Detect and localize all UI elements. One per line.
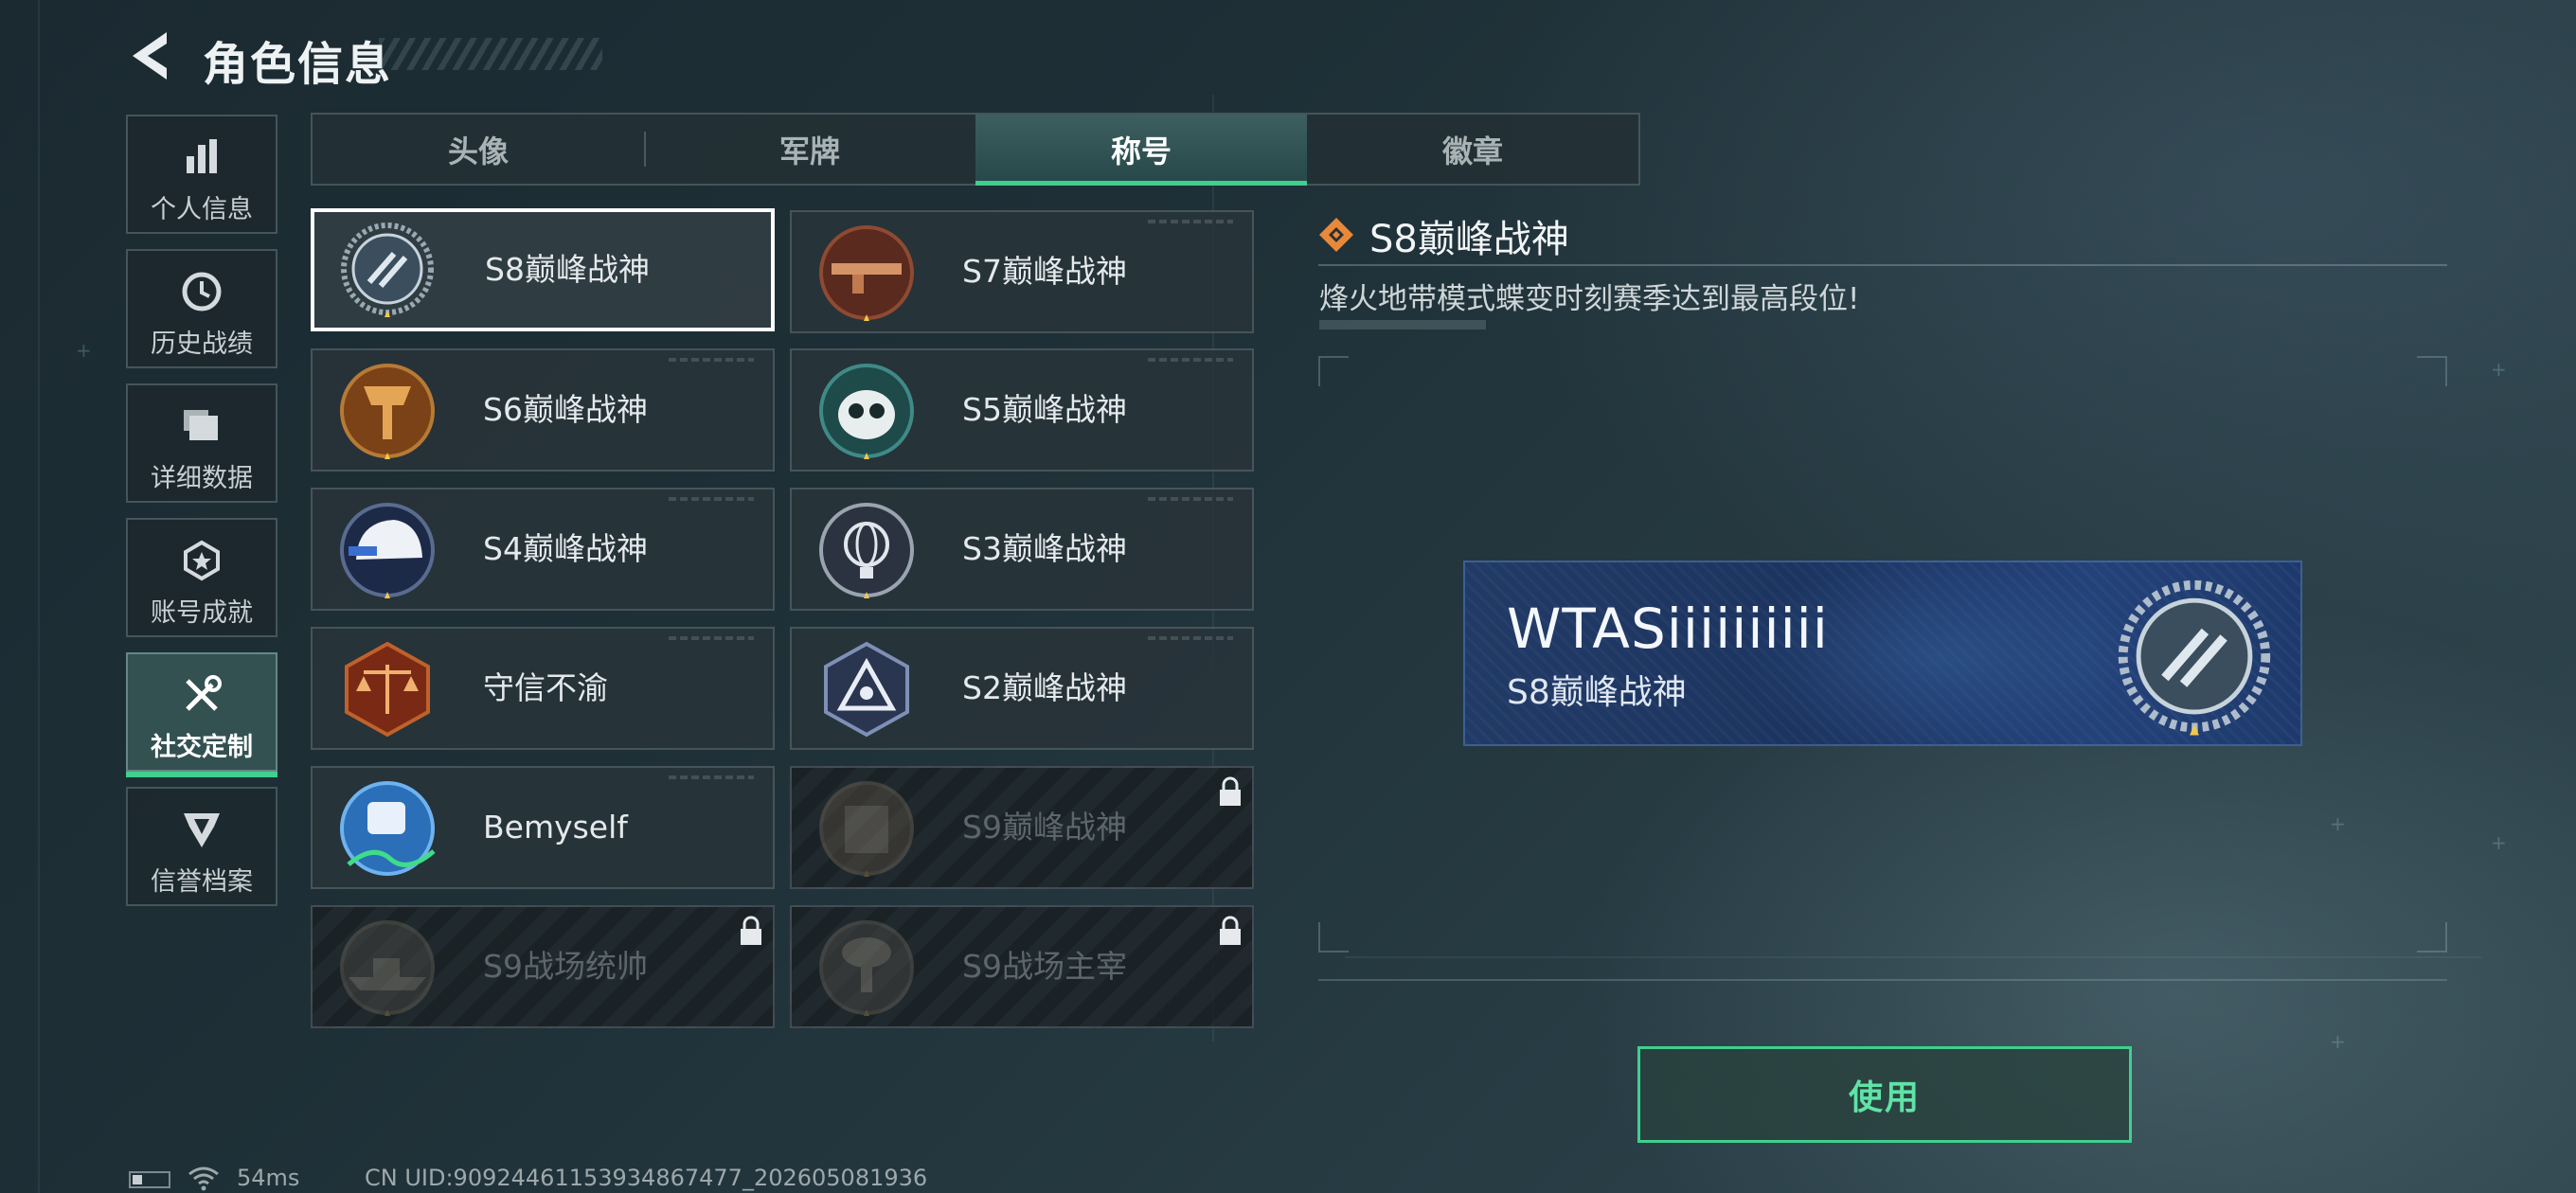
title-card-label: S3巅峰战神 — [962, 530, 1127, 567]
sidebar-item-label: 详细数据 — [151, 464, 253, 493]
title-card-label: Bemyself — [483, 809, 628, 846]
s4-helmet-badge-icon — [340, 503, 435, 598]
tab-dog-tag[interactable]: 军牌 — [644, 115, 975, 184]
user-uid: CN UID:9092446115393486​7477_20260508193… — [365, 1165, 928, 1191]
title-card[interactable]: 守信不渝 — [311, 627, 775, 750]
title-card[interactable]: S5巅峰战神 — [790, 348, 1254, 472]
frame-corner — [1318, 922, 1349, 953]
detail-sub-decoration — [1319, 320, 1486, 329]
title-card[interactable]: S3巅峰战神 — [790, 488, 1254, 611]
title-card-label: S7巅峰战神 — [962, 253, 1127, 290]
lock-icon — [1220, 916, 1241, 945]
background-cross-mark: + — [76, 339, 92, 362]
sidebar-item-label: 个人信息 — [151, 195, 253, 224]
card-corner-decoration — [1148, 220, 1233, 223]
sidebar-item-label: 历史战绩 — [151, 329, 253, 359]
s6-shield-badge-icon — [340, 364, 435, 459]
title-card-label: S2巅峰战神 — [962, 669, 1127, 706]
background-cross-mark: + — [2491, 358, 2507, 381]
battery-icon — [129, 1171, 170, 1188]
background-cross-mark: + — [2491, 831, 2507, 854]
title-card-label: 守信不渝 — [483, 669, 608, 706]
back-arrow-icon[interactable] — [125, 28, 174, 83]
title-card-label: S6巅峰战神 — [483, 391, 648, 428]
ping-readout: 54ms — [237, 1165, 300, 1191]
card-corner-decoration — [669, 636, 754, 640]
detail-title: S8巅峰战神 — [1369, 218, 1569, 261]
sidebar-item-achievements[interactable]: 账号成就 — [126, 518, 277, 637]
title-decoration — [379, 38, 602, 70]
card-corner-decoration — [669, 497, 754, 501]
s5-skull-mask-badge-icon — [819, 364, 914, 459]
title-card[interactable]: S7巅峰战神 — [790, 210, 1254, 333]
frame-corner — [2417, 922, 2447, 953]
s8-laurel-badge-icon — [2118, 579, 2271, 736]
title-card-locked[interactable]: S9战场主宰 — [790, 905, 1254, 1028]
card-corner-decoration — [1148, 636, 1233, 640]
sidebar-item-reputation[interactable]: 信誉档案 — [126, 787, 277, 906]
sidebar-item-label: 社交定制 — [151, 733, 253, 762]
title-card[interactable]: S4巅峰战神 — [311, 488, 775, 611]
title-card-label: S9战场统帅 — [483, 948, 648, 985]
diamond-marker-icon — [1319, 218, 1353, 252]
s9-mushroom-cloud-badge-icon — [819, 920, 914, 1016]
card-corner-decoration — [669, 358, 754, 362]
sidebar-item-label: 账号成就 — [151, 598, 253, 628]
use-button[interactable]: 使用 — [1637, 1046, 2132, 1143]
category-tabs: 头像 军牌 称号 徽章 — [311, 113, 1640, 186]
card-corner-decoration — [1148, 497, 1233, 501]
reputation-shield-icon — [128, 808, 276, 853]
background-deco-line — [1345, 956, 2481, 958]
frame-corner — [1318, 356, 1349, 386]
wrench-screwdriver-icon — [128, 673, 276, 719]
title-card-label: S8巅峰战神 — [485, 251, 650, 288]
title-card-label: S4巅峰战神 — [483, 530, 648, 567]
preview-player-name: WTASiiiiiiiiii — [1507, 596, 1829, 661]
s9-building-badge-icon — [819, 781, 914, 877]
scales-badge-icon — [345, 641, 430, 738]
sidebar-item-detailed-data[interactable]: 详细数据 — [126, 383, 277, 503]
achievement-medal-icon — [128, 539, 276, 584]
detail-divider — [1318, 264, 2447, 266]
title-card-locked[interactable]: S9战场统帅 — [311, 905, 775, 1028]
tab-title[interactable]: 称号 — [975, 115, 1307, 186]
stacked-cards-icon — [128, 404, 276, 450]
lock-icon — [741, 916, 761, 945]
background-cross-mark: + — [2330, 1030, 2346, 1053]
title-card[interactable]: S6巅峰战神 — [311, 348, 775, 472]
s3-globe-badge-icon — [819, 503, 914, 598]
signature-badge-icon — [340, 781, 436, 876]
page-title: 角色信息 — [203, 38, 393, 91]
nameplate-preview: WTASiiiiiiiiii S8巅峰战神 — [1463, 561, 2302, 746]
title-card[interactable]: S8巅峰战神 — [311, 208, 775, 331]
sidebar-item-history[interactable]: 历史战绩 — [126, 249, 277, 368]
tab-avatar[interactable]: 头像 — [313, 115, 644, 184]
tab-badge[interactable]: 徽章 — [1307, 115, 1638, 184]
card-corner-decoration — [669, 775, 754, 779]
title-card[interactable]: Bemyself — [311, 766, 775, 889]
sidebar-item-label: 信誉档案 — [151, 867, 253, 897]
title-card-label: S9巅峰战神 — [962, 809, 1127, 846]
detail-description: 烽火地带模式蝶变时刻赛季达到最高段位! — [1319, 282, 1860, 316]
wifi-icon — [188, 1166, 219, 1191]
s2-triangle-badge-icon — [824, 641, 909, 738]
s8-laurel-badge-icon — [341, 223, 434, 317]
title-card[interactable]: S2巅峰战神 — [790, 627, 1254, 750]
background-deco-line — [38, 0, 40, 1193]
clock-history-icon — [128, 270, 276, 315]
sidebar-item-personal-info[interactable]: 个人信息 — [126, 115, 277, 234]
preview-title: S8巅峰战神 — [1507, 673, 1687, 712]
title-card-label: S9战场主宰 — [962, 948, 1127, 985]
frame-corner — [2417, 356, 2447, 386]
card-corner-decoration — [1148, 358, 1233, 362]
bar-chart-icon — [128, 135, 276, 181]
title-card-label: S5巅峰战神 — [962, 391, 1127, 428]
detail-bottom-divider — [1318, 979, 2447, 981]
s7-rifle-badge-icon — [819, 225, 914, 321]
lock-icon — [1220, 776, 1241, 806]
sidebar-item-social-custom[interactable]: 社交定制 — [126, 652, 277, 777]
s9-warship-badge-icon — [340, 920, 435, 1016]
title-card-locked[interactable]: S9巅峰战神 — [790, 766, 1254, 889]
